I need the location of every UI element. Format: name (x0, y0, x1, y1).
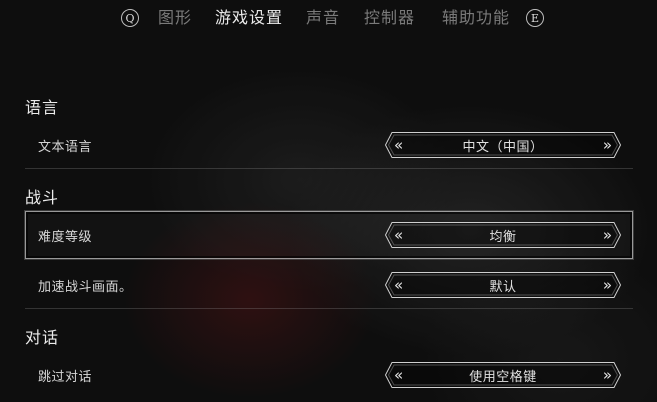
row-divider (25, 168, 633, 169)
setting-label: 文本语言 (38, 140, 93, 155)
background-overlay (0, 0, 657, 402)
chevron-left-icon[interactable]: « (394, 365, 403, 385)
chevron-right-icon[interactable]: » (603, 135, 612, 155)
selector-value: 均衡 (489, 230, 517, 245)
difficulty-selector[interactable]: « 均衡 » (385, 222, 621, 248)
next-tab-key-hint[interactable]: E (526, 9, 544, 27)
setting-label: 跳过对话 (38, 370, 93, 385)
chevron-right-icon[interactable]: » (603, 225, 612, 245)
combat-speed-selector[interactable]: « 默认 » (385, 272, 621, 298)
tab-graphics[interactable]: 图形 (158, 4, 192, 28)
section-title-combat: 战斗 (25, 188, 60, 207)
chevron-right-icon[interactable]: » (603, 275, 612, 295)
skip-dialogue-selector[interactable]: « 使用空格键 » (385, 362, 621, 388)
selector-value: 默认 (489, 280, 517, 295)
settings-tab-bar: Q 图形 游戏设置 声音 控制器 辅助功能 E (0, 0, 657, 34)
selector-value: 使用空格键 (469, 370, 537, 385)
tab-controller[interactable]: 控制器 (364, 4, 415, 28)
tab-game-settings[interactable]: 游戏设置 (215, 4, 283, 28)
tab-accessibility[interactable]: 辅助功能 (442, 4, 510, 28)
setting-label: 加速战斗画面。 (38, 280, 133, 295)
selector-value: 中文（中国） (462, 140, 544, 155)
chevron-left-icon[interactable]: « (394, 135, 403, 155)
setting-row-combat-speed[interactable]: 加速战斗画面。 « 默认 » (25, 262, 633, 309)
setting-row-difficulty[interactable]: 难度等级 « 均衡 » (25, 211, 633, 259)
tab-sound[interactable]: 声音 (306, 4, 340, 28)
chevron-left-icon[interactable]: « (394, 225, 403, 245)
text-language-selector[interactable]: « 中文（中国） » (385, 132, 621, 158)
section-title-language: 语言 (25, 98, 60, 117)
prev-tab-key-hint[interactable]: Q (121, 9, 139, 27)
setting-row-text-language[interactable]: 文本语言 « 中文（中国） » (25, 122, 633, 169)
section-title-dialogue: 对话 (25, 328, 60, 347)
chevron-left-icon[interactable]: « (394, 275, 403, 295)
chevron-right-icon[interactable]: » (603, 365, 612, 385)
setting-row-skip-dialogue[interactable]: 跳过对话 « 使用空格键 » (25, 352, 633, 398)
setting-label: 难度等级 (38, 230, 93, 245)
row-divider (25, 308, 633, 309)
